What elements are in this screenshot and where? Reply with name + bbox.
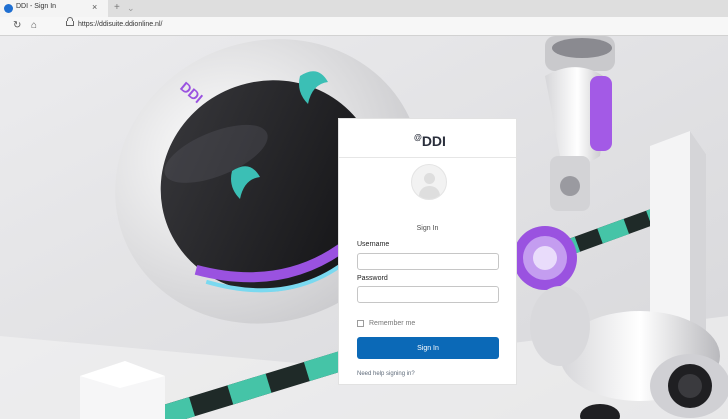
browser-tab[interactable]: DDI - Sign In ×	[0, 0, 108, 17]
tab-title: DDI - Sign In	[16, 3, 57, 10]
background-scene: DDI @DDI Sign In Username Password Remem…	[0, 36, 728, 419]
help-signing-in-link[interactable]: Need help signing in?	[357, 371, 415, 377]
favicon-icon	[4, 4, 13, 13]
new-tab-icon[interactable]: +	[114, 1, 120, 15]
password-input[interactable]	[357, 286, 499, 303]
login-card: @DDI Sign In Username Password Remember …	[338, 118, 517, 385]
home-icon[interactable]: ⌂	[31, 19, 37, 32]
remember-me-checkbox[interactable]	[357, 320, 364, 327]
remember-me-label[interactable]: Remember me	[369, 320, 415, 327]
ddi-logo: @DDI	[414, 133, 446, 149]
user-avatar-icon	[411, 164, 447, 200]
sign-in-heading: Sign In	[416, 225, 439, 232]
refresh-icon[interactable]: ↻	[13, 19, 21, 32]
url-field[interactable]: https://ddisuite.ddionline.nl/	[78, 21, 162, 28]
username-label: Username	[357, 241, 390, 248]
logo-divider	[339, 157, 516, 158]
lock-icon	[66, 17, 74, 26]
address-bar: ↻ ⌂ https://ddisuite.ddionline.nl/	[0, 17, 728, 36]
username-input[interactable]	[357, 253, 499, 270]
sign-in-button[interactable]: Sign In	[357, 337, 499, 359]
tab-list-chevron-icon[interactable]: ⌄	[127, 1, 135, 15]
password-label: Password	[357, 275, 388, 282]
tab-bar: DDI - Sign In × + ⌄	[0, 0, 728, 17]
close-tab-icon[interactable]: ×	[92, 2, 97, 13]
